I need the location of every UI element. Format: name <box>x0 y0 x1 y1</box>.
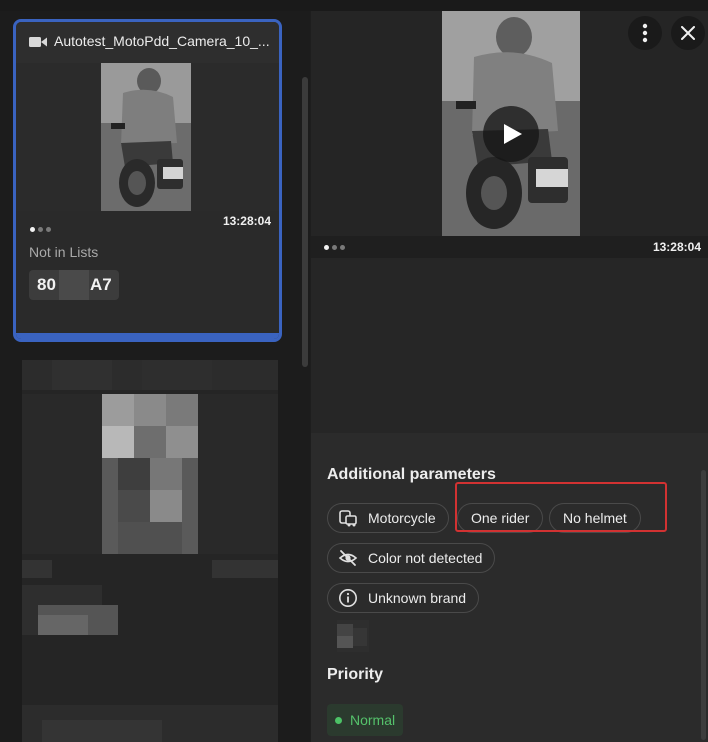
priority-badge: Normal <box>327 704 403 736</box>
event-detail-panel: 13:28:04 Additional parameters Motorcycl… <box>311 11 708 742</box>
event-card-image[interactable] <box>16 63 279 211</box>
motorcycle-car-icon <box>339 510 357 527</box>
license-plate: 80 A7 <box>29 270 119 300</box>
event-list-panel: Autotest_MotoPdd_Camera_10_... 13:28:04 … <box>0 11 310 742</box>
motorcycle-thumbnail <box>101 63 191 211</box>
play-button[interactable] <box>483 106 539 162</box>
chip-vehicle-type[interactable]: Motorcycle <box>327 503 449 533</box>
additional-parameters-section: Additional parameters Motorcycle One rid… <box>311 433 708 742</box>
detail-scrollbar[interactable] <box>701 470 706 740</box>
close-button[interactable] <box>671 16 705 50</box>
blurred-thumbnail-small <box>337 620 369 652</box>
pager-dot[interactable] <box>332 245 337 250</box>
chip-label: Motorcycle <box>368 510 436 526</box>
selection-bar <box>16 333 279 339</box>
list-scrollbar[interactable] <box>302 77 308 367</box>
media-viewer[interactable] <box>311 11 708 236</box>
top-strip <box>0 0 708 11</box>
video-camera-icon <box>29 37 47 47</box>
media-info-bar: 13:28:04 <box>311 236 708 258</box>
media-time: 13:28:04 <box>652 240 701 254</box>
close-icon <box>681 26 695 40</box>
chip-color[interactable]: Color not detected <box>327 543 496 573</box>
priority-dot <box>335 716 342 724</box>
pager-dot[interactable] <box>324 245 329 250</box>
plate-start: 80 <box>37 275 56 294</box>
more-menu-button[interactable] <box>628 16 662 50</box>
event-card-blurred[interactable] <box>22 360 278 742</box>
chip-brand[interactable]: Unknown brand <box>327 583 480 613</box>
list-status: Not in Lists <box>29 244 99 260</box>
image-pager-dots[interactable] <box>324 245 345 250</box>
play-icon <box>504 124 522 144</box>
image-pager-dots[interactable] <box>30 227 51 232</box>
annotation-highlight-box <box>455 482 667 532</box>
pager-dot[interactable] <box>30 227 35 232</box>
event-card-header: Autotest_MotoPdd_Camera_10_... <box>16 22 279 63</box>
pager-dot[interactable] <box>340 245 345 250</box>
priority-title: Priority <box>327 666 384 683</box>
info-icon <box>339 589 357 607</box>
priority-value: Normal <box>350 712 396 728</box>
pager-dot[interactable] <box>46 227 51 232</box>
chip-label: Unknown brand <box>368 590 467 606</box>
blurred-thumbnail <box>22 360 278 742</box>
plate-masked-segment <box>59 270 89 300</box>
event-card-selected[interactable]: Autotest_MotoPdd_Camera_10_... 13:28:04 … <box>13 19 282 342</box>
event-card-time: 13:28:04 <box>222 214 271 228</box>
blurred-swatch <box>337 620 369 652</box>
plate-end: A7 <box>90 275 112 294</box>
pager-dot[interactable] <box>38 227 43 232</box>
chip-label: Color not detected <box>368 550 483 566</box>
detail-empty-area <box>311 258 708 433</box>
eye-off-icon <box>338 550 358 566</box>
event-card-title: Autotest_MotoPdd_Camera_10_... <box>54 33 270 49</box>
more-vertical-icon <box>642 23 648 43</box>
